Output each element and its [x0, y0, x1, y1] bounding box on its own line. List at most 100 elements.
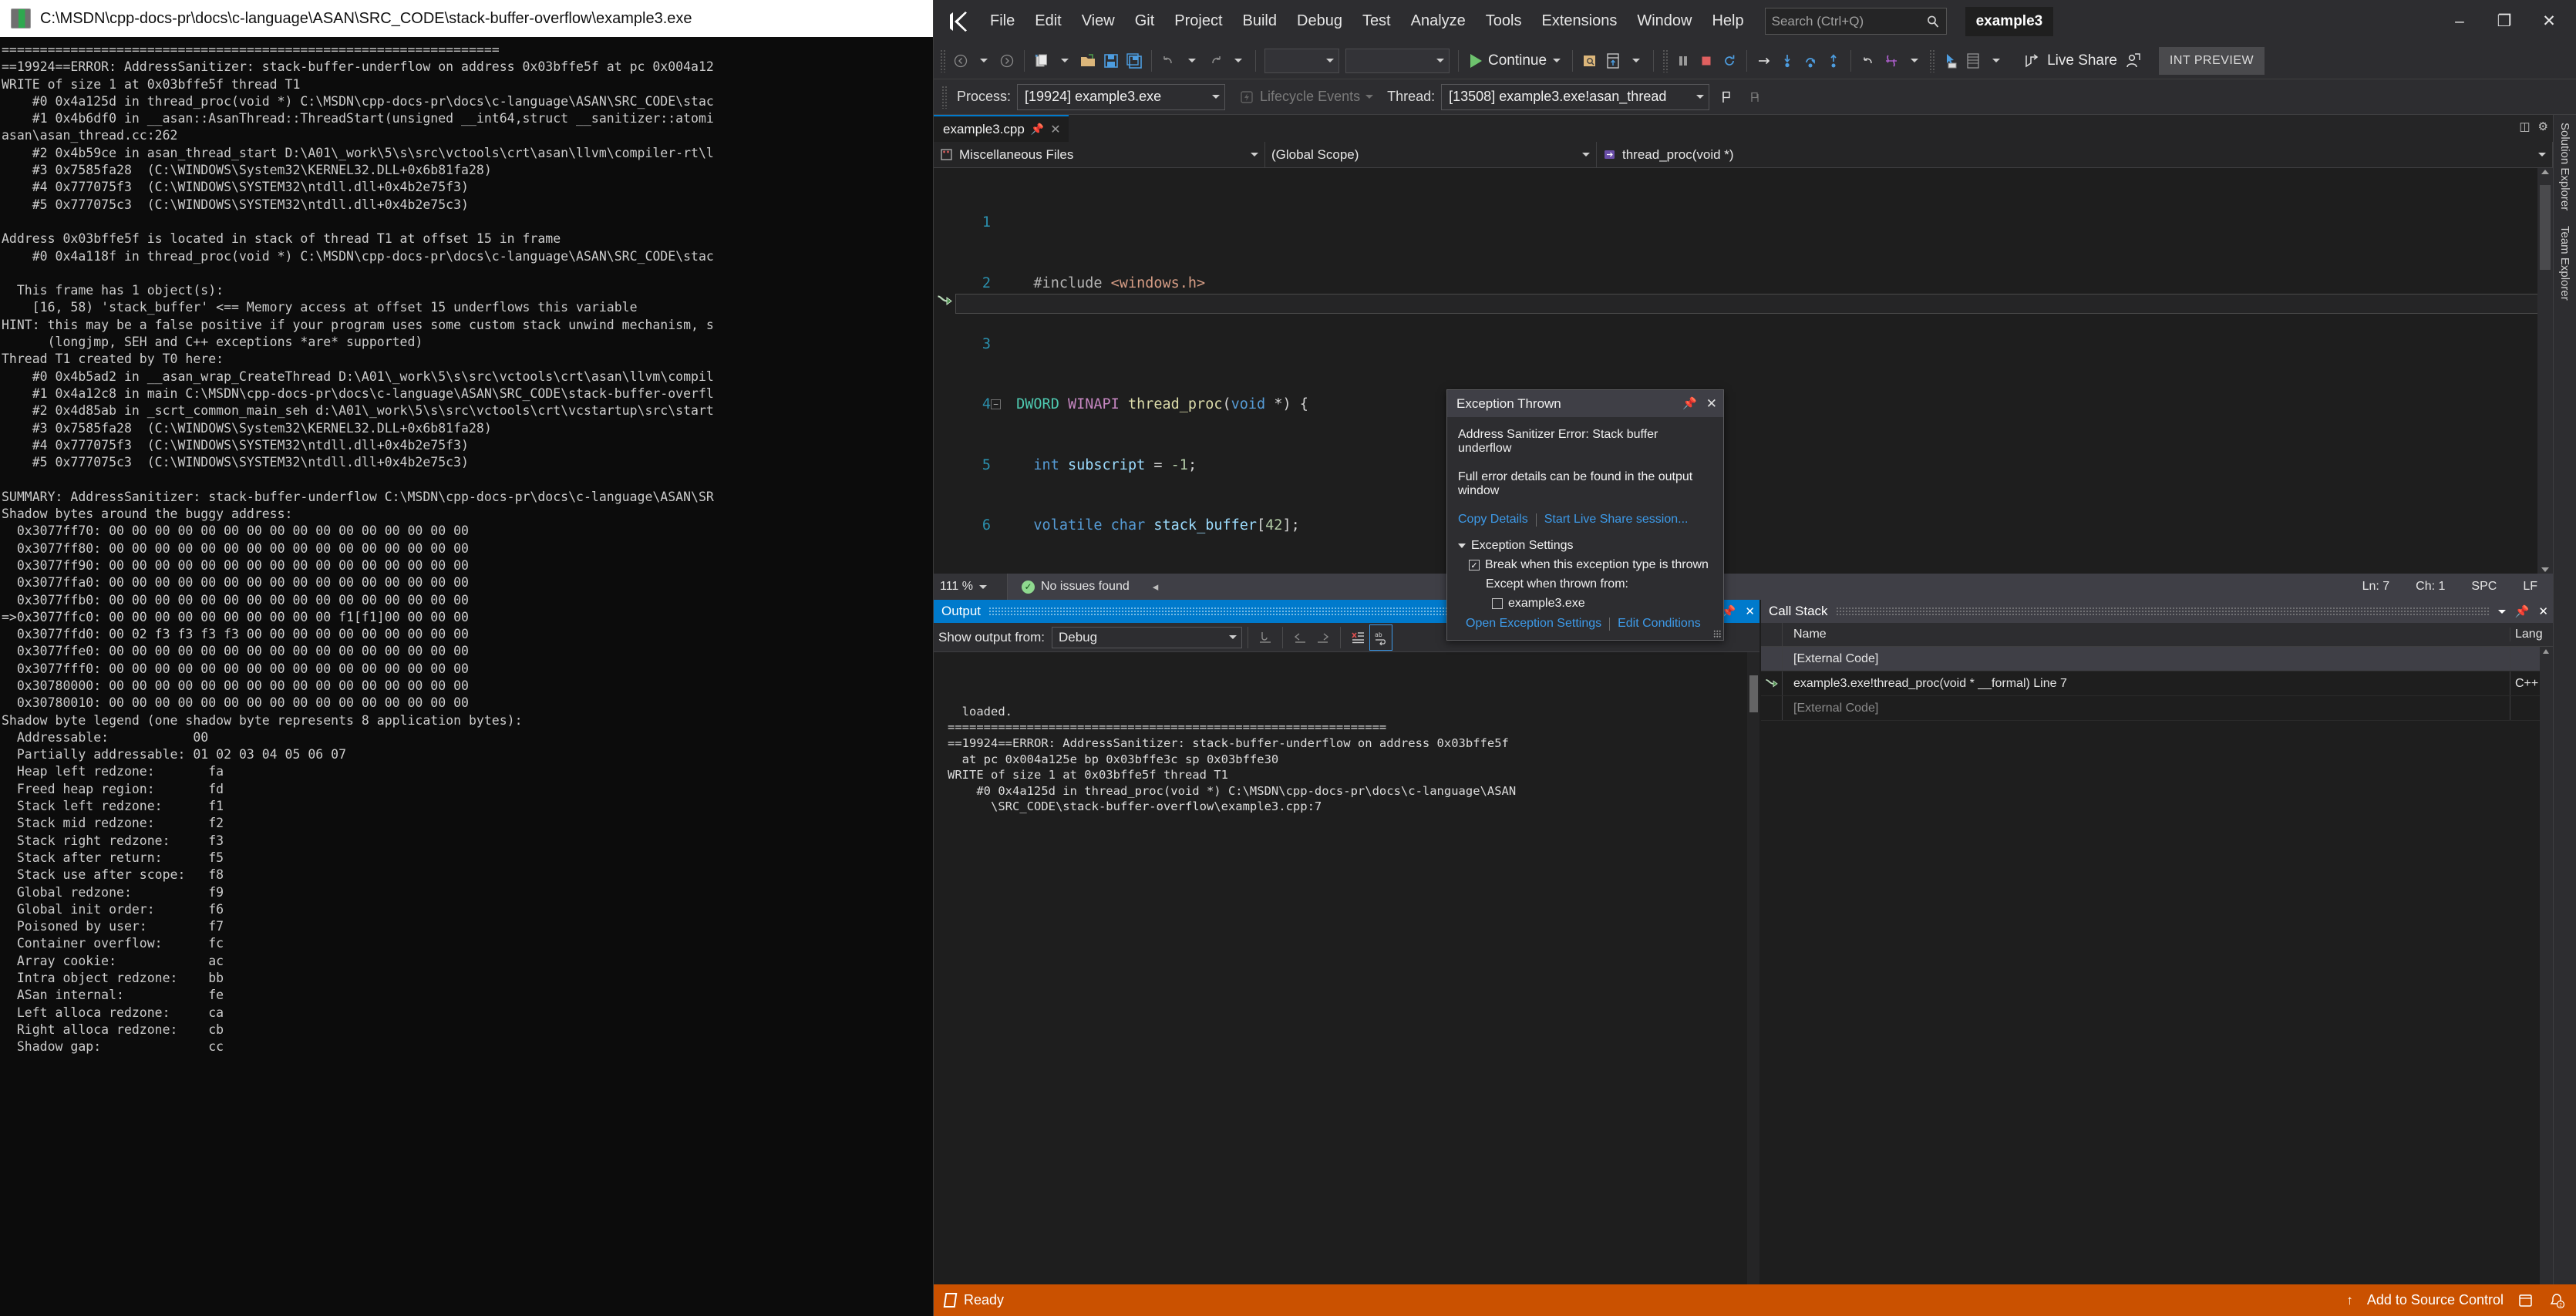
hot-reload-icon[interactable] [1880, 48, 1903, 74]
continue-button[interactable]: Continue [1464, 50, 1567, 72]
show-next-statement-icon[interactable] [1753, 48, 1776, 74]
output-text-content[interactable]: loaded. =================================… [934, 652, 1759, 1284]
output-vertical-scrollbar[interactable] [1747, 652, 1759, 1284]
fold-toggle-icon[interactable]: − [991, 399, 1001, 410]
menu-git[interactable]: Git [1125, 7, 1165, 35]
source-control-repo-icon[interactable] [2517, 1292, 2534, 1309]
code-line-4[interactable]: 4− DWORD WINAPI thread_proc(void *) { [955, 395, 2537, 415]
account-icon[interactable] [2117, 48, 2148, 74]
code-line-1[interactable]: 1 [955, 213, 2537, 233]
code-text[interactable]: 1 2 #include <windows.h> 3 4− DWORD WINA… [955, 173, 2537, 574]
scrollbar-down-arrow-icon[interactable] [2541, 567, 2549, 572]
scrollbar-up-arrow-icon[interactable] [2543, 649, 2549, 654]
copy-details-link[interactable]: Copy Details [1458, 513, 1528, 527]
step-into-icon[interactable] [1776, 48, 1799, 74]
navigate-forward-icon[interactable] [995, 48, 1019, 74]
scrollbar-up-arrow-icon[interactable] [2541, 170, 2549, 174]
close-icon[interactable]: ✕ [1745, 604, 1755, 618]
go-to-message-icon[interactable] [1254, 624, 1277, 651]
open-file-icon[interactable] [1076, 48, 1099, 74]
menu-debug[interactable]: Debug [1287, 7, 1352, 35]
pin-icon[interactable]: 📌 [2515, 604, 2530, 618]
menu-tools[interactable]: Tools [1476, 7, 1532, 35]
search-box[interactable]: Search (Ctrl+Q) [1764, 8, 1947, 35]
pause-icon[interactable] [1672, 48, 1695, 74]
edit-conditions-link[interactable]: Edit Conditions [1618, 617, 1701, 631]
output-source-combo[interactable]: Debug [1051, 626, 1242, 648]
navigate-backward-dropdown-icon[interactable] [972, 48, 995, 74]
new-file-dropdown-icon[interactable] [1053, 48, 1076, 74]
new-file-icon[interactable] [1030, 48, 1053, 74]
menu-view[interactable]: View [1072, 7, 1125, 35]
module-exclusion-row[interactable]: example3.exe [1458, 597, 1712, 611]
issues-indicator[interactable]: ✓ No issues found [1022, 580, 1130, 594]
maximize-button[interactable]: ❐ [2482, 5, 2527, 38]
select-element-icon[interactable] [1938, 48, 1961, 74]
close-icon[interactable]: ✕ [2538, 604, 2548, 618]
start-live-share-link[interactable]: Start Live Share session... [1544, 513, 1689, 527]
exception-thrown-popup[interactable]: Exception Thrown 📌 ✕ Address Sanitizer E… [1446, 389, 1724, 641]
close-tab-icon[interactable]: ✕ [1050, 122, 1060, 137]
exception-settings-toggle[interactable]: Exception Settings [1458, 539, 1712, 553]
clear-all-icon[interactable] [1346, 624, 1369, 651]
editor-glyph-margin[interactable] [934, 168, 955, 574]
toolbar-overflow-icon[interactable] [1625, 48, 1648, 74]
call-stack-row-1[interactable]: example3.exe!thread_proc(void * __formal… [1761, 671, 2553, 696]
call-stack-vertical-scrollbar[interactable] [2540, 647, 2553, 1284]
attach-to-process-icon[interactable] [1578, 48, 1601, 74]
redo-dropdown-icon[interactable] [1227, 48, 1250, 74]
step-out-icon[interactable] [1822, 48, 1845, 74]
chevron-down-icon[interactable] [2497, 609, 2506, 614]
menu-extensions[interactable]: Extensions [1531, 7, 1627, 35]
toggle-word-wrap-icon[interactable]: ab [1369, 624, 1392, 651]
zoom-level-combo[interactable]: 111 % [934, 574, 1008, 600]
menu-test[interactable]: Test [1352, 7, 1401, 35]
stop-debugging-icon[interactable] [1695, 48, 1718, 74]
menu-help[interactable]: Help [1702, 7, 1753, 35]
split-view-icon[interactable]: ◫ [2519, 119, 2530, 133]
previous-message-icon[interactable] [1288, 624, 1312, 651]
code-line-3[interactable]: 3 [955, 335, 2537, 355]
menu-build[interactable]: Build [1233, 7, 1287, 35]
module-exclusion-checkbox[interactable] [1492, 598, 1503, 609]
restart-icon[interactable] [1718, 48, 1741, 74]
editor-settings-gear-icon[interactable]: ⚙ [2538, 119, 2548, 133]
add-to-source-control-label[interactable]: Add to Source Control [2367, 1292, 2504, 1308]
close-icon[interactable]: ✕ [1706, 396, 1717, 412]
notifications-icon[interactable]: 2 [2548, 1292, 2565, 1309]
thread-combo[interactable]: [13508] example3.exe!asan_thread [1441, 83, 1710, 110]
save-icon[interactable] [1099, 48, 1123, 74]
undo-icon[interactable] [1157, 48, 1180, 74]
menu-project[interactable]: Project [1164, 7, 1232, 35]
hot-reload-dropdown-icon[interactable] [1903, 48, 1926, 74]
issues-nav-prev-icon[interactable]: ◂ [1153, 580, 1159, 594]
solution-platform-combo[interactable] [1345, 48, 1450, 73]
continue-dropdown-icon[interactable] [1553, 59, 1561, 62]
menu-window[interactable]: Window [1627, 7, 1702, 35]
save-all-icon[interactable] [1123, 48, 1146, 74]
close-button[interactable]: ✕ [2527, 5, 2571, 38]
show-threads-in-source-icon[interactable] [1745, 84, 1768, 110]
toolbar-overflow-icon[interactable] [1985, 48, 2008, 74]
navbar-scope-combo[interactable]: (Global Scope) [1265, 141, 1597, 168]
break-when-thrown-row[interactable]: ✓ Break when this exception type is thro… [1458, 558, 1712, 572]
toolbar-grip[interactable] [1929, 49, 1936, 72]
debug-target-icon[interactable] [1601, 48, 1625, 74]
call-stack-table[interactable]: Name Lang [External Code] example3.exe!t… [1761, 623, 2553, 1284]
pin-tab-icon[interactable]: 📌 [1031, 123, 1044, 136]
rail-tab-team-explorer[interactable]: Team Explorer [2554, 218, 2576, 308]
live-visual-tree-icon[interactable] [1961, 48, 1985, 74]
step-over-icon[interactable] [1799, 48, 1822, 74]
editor-tab-example3-cpp[interactable]: example3.cpp 📌 ✕ [934, 115, 1069, 142]
menu-file[interactable]: File [980, 7, 1025, 35]
scrollbar-thumb[interactable] [2540, 185, 2551, 270]
code-line-5[interactable]: 5 int subscript = -1; [955, 456, 2537, 476]
minimize-button[interactable]: – [2437, 5, 2482, 38]
undo-dropdown-icon[interactable] [1180, 48, 1204, 74]
navbar-project-combo[interactable]: Miscellaneous Files [934, 141, 1265, 168]
next-message-icon[interactable] [1312, 624, 1335, 651]
call-stack-name-header[interactable]: Name [1783, 628, 2510, 641]
rail-tab-solution-explorer[interactable]: Solution Explorer [2554, 115, 2576, 218]
editor-vertical-scrollbar[interactable] [2537, 168, 2553, 574]
lifecycle-events-button[interactable]: Lifecycle Events [1239, 89, 1374, 105]
